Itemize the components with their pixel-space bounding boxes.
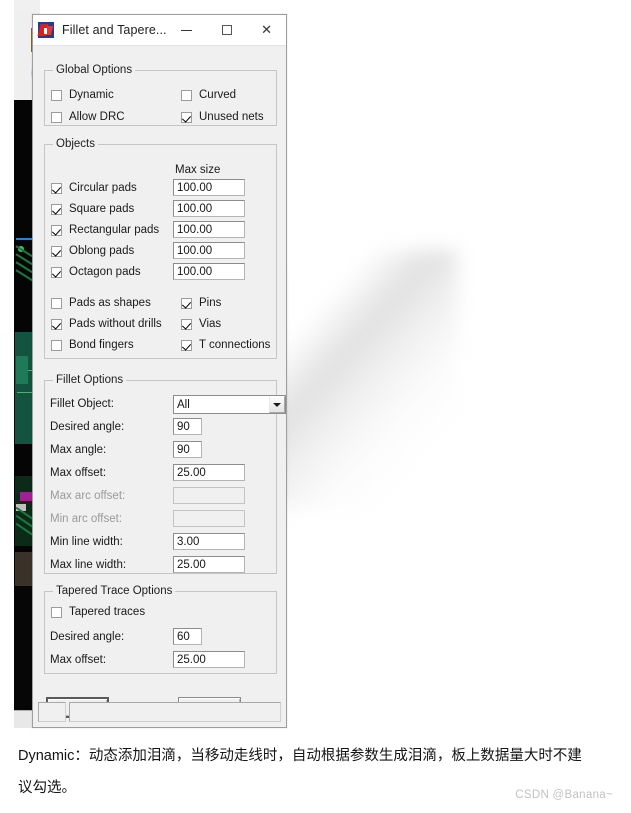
checkbox-t-connections[interactable]: T connections <box>181 339 270 351</box>
label-tapered-desired-angle: Desired angle: <box>50 631 125 643</box>
checkbox-pads-as-shapes-box <box>51 297 62 309</box>
tapered-trace-options-caption: Tapered Trace Options <box>53 585 176 597</box>
label-min-line-width: Min line width: <box>50 536 123 548</box>
checkbox-rectangular-pads-label: Rectangular pads <box>69 224 160 236</box>
checkbox-tapered-traces[interactable]: Tapered traces <box>51 606 145 618</box>
fillet-and-tapered-traces-dialog: Fillet and Tapere... ✕ Global Options Dy… <box>32 14 287 728</box>
input-square-pads-max-size[interactable]: 100.00 <box>173 200 245 217</box>
checkbox-pads-as-shapes[interactable]: Pads as shapes <box>51 297 151 309</box>
checkbox-dynamic-label: Dynamic <box>69 89 114 101</box>
checkbox-oblong-pads[interactable]: Oblong pads <box>51 245 134 257</box>
checkbox-circular-pads[interactable]: Circular pads <box>51 182 137 194</box>
dialog-client-area: Global Options Dynamic Curved Allow DRC … <box>34 46 286 726</box>
input-circular-pads-max-size[interactable]: 100.00 <box>173 179 245 196</box>
checkbox-pads-without-drills-box <box>51 318 62 330</box>
label-max-offset: Max offset: <box>50 467 107 479</box>
pcb-window-edge <box>0 0 14 728</box>
label-max-line-width: Max line width: <box>50 559 127 571</box>
caption-line-1: Dynamic：动态添加泪滴，当移动走线时，自动根据参数生成泪滴，板上数据量大时… <box>18 748 582 764</box>
input-octagon-pads-max-size[interactable]: 100.00 <box>173 263 245 280</box>
close-button[interactable]: ✕ <box>247 16 287 45</box>
checkbox-square-pads[interactable]: Square pads <box>51 203 134 215</box>
checkbox-bond-fingers-label: Bond fingers <box>69 339 134 351</box>
checkbox-octagon-pads-label: Octagon pads <box>69 266 141 278</box>
chevron-down-icon[interactable] <box>269 396 285 413</box>
input-fillet-max-angle[interactable]: 90 <box>173 441 202 458</box>
statusbar-pane-1 <box>38 702 66 722</box>
input-fillet-max-line-width[interactable]: 25.00 <box>173 556 245 573</box>
checkbox-unused-nets-label: Unused nets <box>199 111 264 123</box>
input-tapered-max-offset[interactable]: 25.00 <box>173 651 245 668</box>
label-max-angle: Max angle: <box>50 444 107 456</box>
checkbox-curved-box <box>181 89 192 101</box>
checkbox-curved[interactable]: Curved <box>181 89 236 101</box>
checkbox-square-pads-box <box>51 203 62 215</box>
checkbox-oblong-pads-label: Oblong pads <box>69 245 135 257</box>
checkbox-pads-as-shapes-label: Pads as shapes <box>69 297 151 309</box>
checkbox-pins-box <box>181 297 192 309</box>
checkbox-rectangular-pads[interactable]: Rectangular pads <box>51 224 159 236</box>
minimize-button[interactable] <box>167 16 207 45</box>
blurred-background-artifact <box>268 250 458 510</box>
checkbox-unused-nets-box <box>181 111 192 123</box>
input-tapered-desired-angle[interactable]: 60 <box>173 628 202 645</box>
checkbox-dynamic[interactable]: Dynamic <box>51 89 114 101</box>
input-fillet-max-offset[interactable]: 25.00 <box>173 464 245 481</box>
checkbox-tapered-traces-label: Tapered traces <box>69 606 146 618</box>
label-desired-angle: Desired angle: <box>50 421 125 433</box>
checkbox-t-connections-box <box>181 339 192 351</box>
input-oblong-pads-max-size[interactable]: 100.00 <box>173 242 245 259</box>
pads-logo-icon <box>37 22 54 38</box>
checkbox-dynamic-box <box>51 89 62 101</box>
window-title: Fillet and Tapere... <box>62 23 167 37</box>
checkbox-bond-fingers[interactable]: Bond fingers <box>51 339 134 351</box>
checkbox-oblong-pads-box <box>51 245 62 257</box>
checkbox-bond-fingers-box <box>51 339 62 351</box>
checkbox-pins-label: Pins <box>199 297 222 309</box>
checkbox-octagon-pads[interactable]: Octagon pads <box>51 266 141 278</box>
input-rectangular-pads-max-size[interactable]: 100.00 <box>173 221 245 238</box>
csdn-watermark: CSDN @Banana~ <box>515 789 613 801</box>
checkbox-pins[interactable]: Pins <box>181 297 221 309</box>
checkbox-vias[interactable]: Vias <box>181 318 221 330</box>
checkbox-curved-label: Curved <box>199 89 237 101</box>
checkbox-t-connections-label: T connections <box>199 339 271 351</box>
label-max-arc-offset: Max arc offset: <box>50 490 126 502</box>
checkbox-vias-box <box>181 318 192 330</box>
dialog-titlebar[interactable]: Fillet and Tapere... ✕ <box>33 15 286 46</box>
input-fillet-min-line-width[interactable]: 3.00 <box>173 533 245 550</box>
input-fillet-min-arc-offset <box>173 510 245 527</box>
select-fillet-object[interactable]: All <box>173 395 286 414</box>
checkbox-rectangular-pads-box <box>51 224 62 236</box>
fillet-options-caption: Fillet Options <box>53 374 127 386</box>
select-fillet-object-value: All <box>177 398 190 411</box>
checkbox-allow-drc[interactable]: Allow DRC <box>51 111 125 123</box>
statusbar <box>38 702 281 722</box>
statusbar-pane-2 <box>69 702 281 722</box>
maximize-button[interactable] <box>207 16 247 45</box>
checkbox-allow-drc-box <box>51 111 62 123</box>
label-min-arc-offset: Min arc offset: <box>50 513 123 525</box>
checkbox-octagon-pads-box <box>51 266 62 278</box>
objects-caption: Objects <box>53 138 98 150</box>
label-fillet-object: Fillet Object: <box>50 398 114 410</box>
checkbox-unused-nets[interactable]: Unused nets <box>181 111 264 123</box>
checkbox-allow-drc-label: Allow DRC <box>69 111 125 123</box>
checkbox-circular-pads-label: Circular pads <box>69 182 137 194</box>
checkbox-square-pads-label: Square pads <box>69 203 135 215</box>
input-fillet-max-arc-offset <box>173 487 245 504</box>
checkbox-circular-pads-box <box>51 182 62 194</box>
checkbox-vias-label: Vias <box>199 318 222 330</box>
global-options-caption: Global Options <box>53 64 136 76</box>
checkbox-tapered-traces-box <box>51 606 62 618</box>
input-fillet-desired-angle[interactable]: 90 <box>173 418 202 435</box>
checkbox-pads-without-drills-label: Pads without drills <box>69 318 162 330</box>
checkbox-pads-without-drills[interactable]: Pads without drills <box>51 318 162 330</box>
max-size-column-header: Max size <box>175 164 221 176</box>
label-tapered-max-offset: Max offset: <box>50 654 107 666</box>
